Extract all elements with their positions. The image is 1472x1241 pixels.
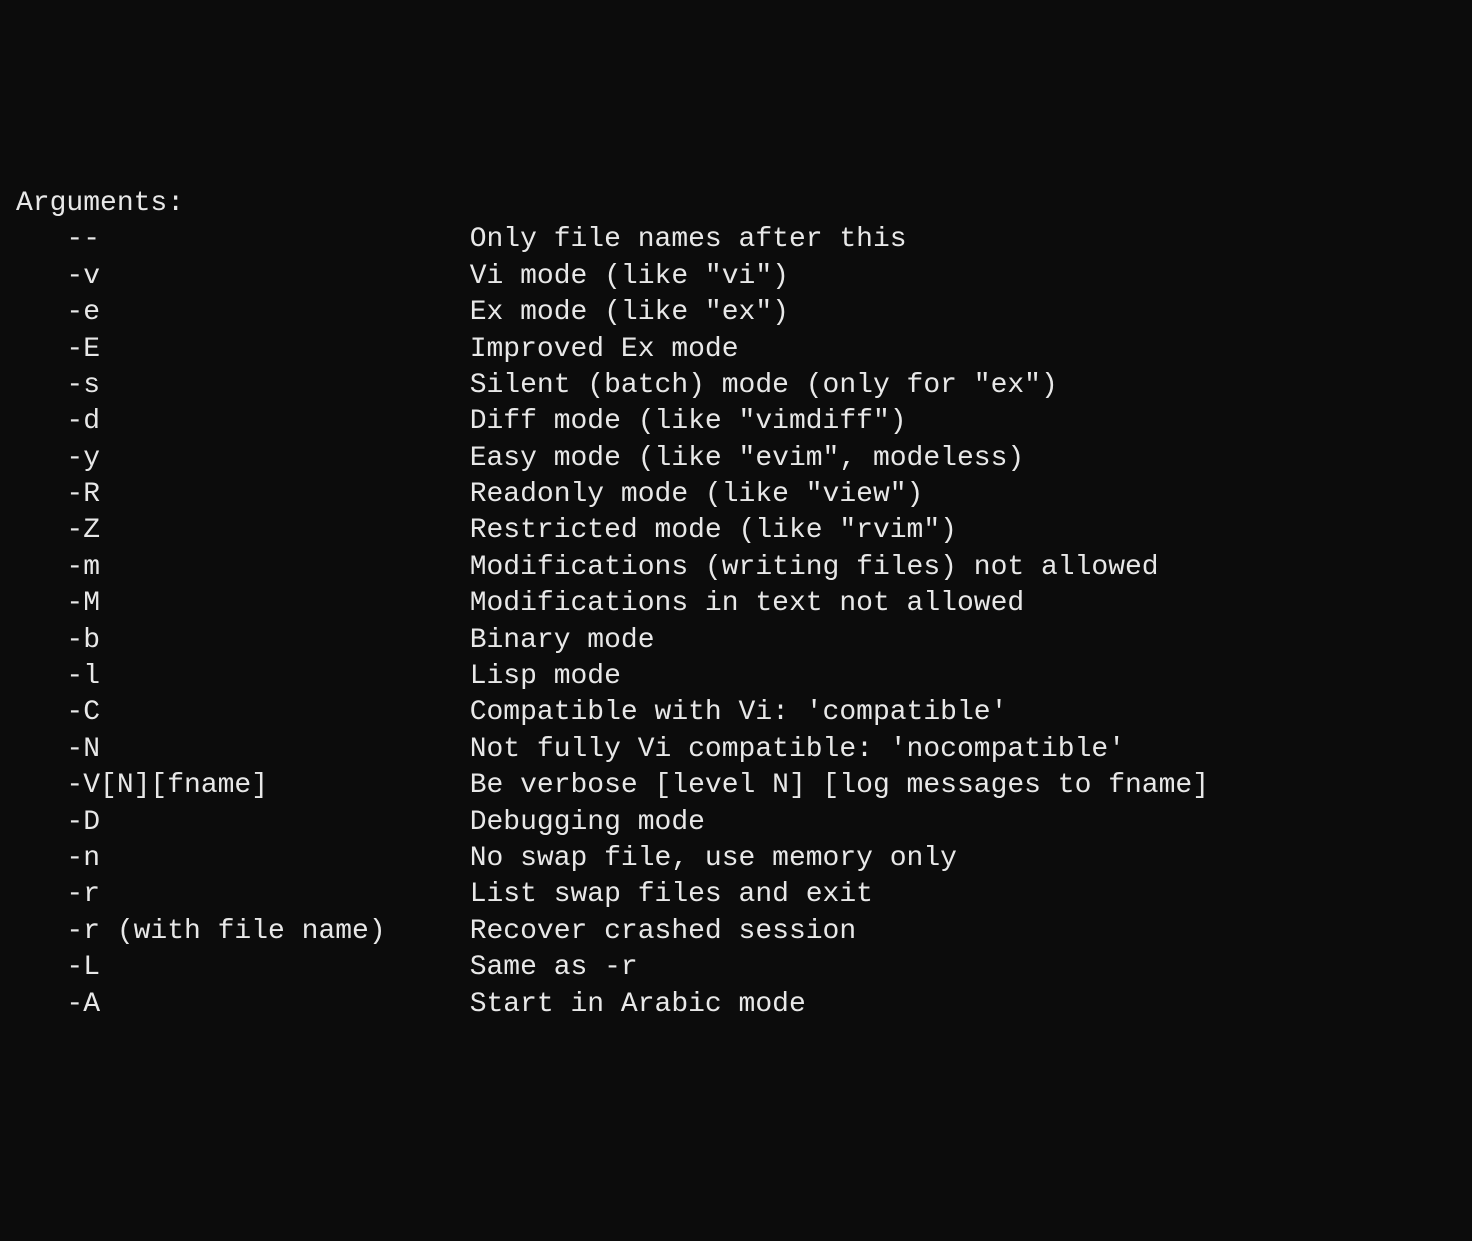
argument-description: Ex mode (like "ex") xyxy=(470,297,789,328)
argument-row: -l Lisp mode xyxy=(16,659,1456,695)
argument-flag: -l xyxy=(16,661,100,692)
argument-flag: -e xyxy=(16,297,100,328)
argument-row: -L Same as -r xyxy=(16,950,1456,986)
argument-description: List swap files and exit xyxy=(470,879,873,910)
argument-row: -v Vi mode (like "vi") xyxy=(16,259,1456,295)
argument-description: Modifications in text not allowed xyxy=(470,588,1025,619)
argument-flag: -v xyxy=(16,261,100,292)
argument-row: -C Compatible with Vi: 'compatible' xyxy=(16,695,1456,731)
arguments-header: Arguments: xyxy=(16,188,184,219)
argument-row: -s Silent (batch) mode (only for "ex") xyxy=(16,368,1456,404)
argument-row: -N Not fully Vi compatible: 'nocompatibl… xyxy=(16,732,1456,768)
argument-row: -D Debugging mode xyxy=(16,805,1456,841)
argument-description: Diff mode (like "vimdiff") xyxy=(470,406,907,437)
argument-flag: -D xyxy=(16,807,100,838)
argument-spacing xyxy=(100,625,470,656)
argument-flag: -r (with file name) xyxy=(16,916,386,947)
argument-flag: -V[N][fname] xyxy=(16,770,268,801)
argument-row: -n No swap file, use memory only xyxy=(16,841,1456,877)
argument-spacing xyxy=(100,443,470,474)
argument-flag: -L xyxy=(16,952,100,983)
argument-flag: -s xyxy=(16,370,100,401)
argument-flag: -n xyxy=(16,843,100,874)
argument-spacing xyxy=(100,224,470,255)
argument-spacing xyxy=(100,807,470,838)
argument-description: Debugging mode xyxy=(470,807,705,838)
argument-row: -- Only file names after this xyxy=(16,222,1456,258)
argument-description: Same as -r xyxy=(470,952,638,983)
argument-flag: -M xyxy=(16,588,100,619)
argument-description: Compatible with Vi: 'compatible' xyxy=(470,697,1008,728)
argument-flag: -y xyxy=(16,443,100,474)
argument-spacing xyxy=(100,334,470,365)
argument-description: Not fully Vi compatible: 'nocompatible' xyxy=(470,734,1125,765)
argument-flag: -C xyxy=(16,697,100,728)
argument-flag: -R xyxy=(16,479,100,510)
argument-flag: -A xyxy=(16,989,100,1020)
argument-description: Be verbose [level N] [log messages to fn… xyxy=(470,770,1209,801)
argument-spacing xyxy=(100,661,470,692)
argument-spacing xyxy=(100,515,470,546)
argument-description: Readonly mode (like "view") xyxy=(470,479,924,510)
argument-flag: -Z xyxy=(16,515,100,546)
argument-row: -m Modifications (writing files) not all… xyxy=(16,550,1456,586)
argument-spacing xyxy=(100,552,470,583)
argument-row: -b Binary mode xyxy=(16,623,1456,659)
argument-row: -e Ex mode (like "ex") xyxy=(16,295,1456,331)
argument-flag: -N xyxy=(16,734,100,765)
argument-spacing xyxy=(100,479,470,510)
argument-spacing xyxy=(100,588,470,619)
argument-spacing xyxy=(100,734,470,765)
argument-description: Restricted mode (like "rvim") xyxy=(470,515,957,546)
argument-flag: -b xyxy=(16,625,100,656)
argument-description: Silent (batch) mode (only for "ex") xyxy=(470,370,1058,401)
argument-spacing xyxy=(100,843,470,874)
argument-description: Modifications (writing files) not allowe… xyxy=(470,552,1159,583)
argument-description: Only file names after this xyxy=(470,224,907,255)
argument-spacing xyxy=(268,770,470,801)
argument-row: -r List swap files and exit xyxy=(16,877,1456,913)
terminal-output: Arguments: -- Only file names after this… xyxy=(16,150,1456,1060)
argument-description: Recover crashed session xyxy=(470,916,856,947)
argument-spacing xyxy=(100,370,470,401)
argument-row: -Z Restricted mode (like "rvim") xyxy=(16,513,1456,549)
argument-spacing xyxy=(386,916,470,947)
argument-spacing xyxy=(100,297,470,328)
argument-description: Lisp mode xyxy=(470,661,621,692)
arguments-list: -- Only file names after this -v Vi mode… xyxy=(16,222,1456,1023)
argument-flag: -d xyxy=(16,406,100,437)
argument-description: Easy mode (like "evim", modeless) xyxy=(470,443,1025,474)
argument-spacing xyxy=(100,989,470,1020)
argument-flag: -- xyxy=(16,224,100,255)
argument-row: -V[N][fname] Be verbose [level N] [log m… xyxy=(16,768,1456,804)
argument-row: -E Improved Ex mode xyxy=(16,332,1456,368)
argument-spacing xyxy=(100,406,470,437)
argument-description: Vi mode (like "vi") xyxy=(470,261,789,292)
argument-flag: -r xyxy=(16,879,100,910)
argument-description: Binary mode xyxy=(470,625,655,656)
argument-spacing xyxy=(100,879,470,910)
argument-row: -d Diff mode (like "vimdiff") xyxy=(16,404,1456,440)
argument-row: -r (with file name) Recover crashed sess… xyxy=(16,914,1456,950)
argument-spacing xyxy=(100,261,470,292)
argument-spacing xyxy=(100,697,470,728)
argument-description: Start in Arabic mode xyxy=(470,989,806,1020)
argument-row: -A Start in Arabic mode xyxy=(16,987,1456,1023)
argument-row: -y Easy mode (like "evim", modeless) xyxy=(16,441,1456,477)
argument-spacing xyxy=(100,952,470,983)
argument-description: Improved Ex mode xyxy=(470,334,739,365)
argument-row: -R Readonly mode (like "view") xyxy=(16,477,1456,513)
argument-flag: -m xyxy=(16,552,100,583)
argument-row: -M Modifications in text not allowed xyxy=(16,586,1456,622)
argument-flag: -E xyxy=(16,334,100,365)
argument-description: No swap file, use memory only xyxy=(470,843,957,874)
